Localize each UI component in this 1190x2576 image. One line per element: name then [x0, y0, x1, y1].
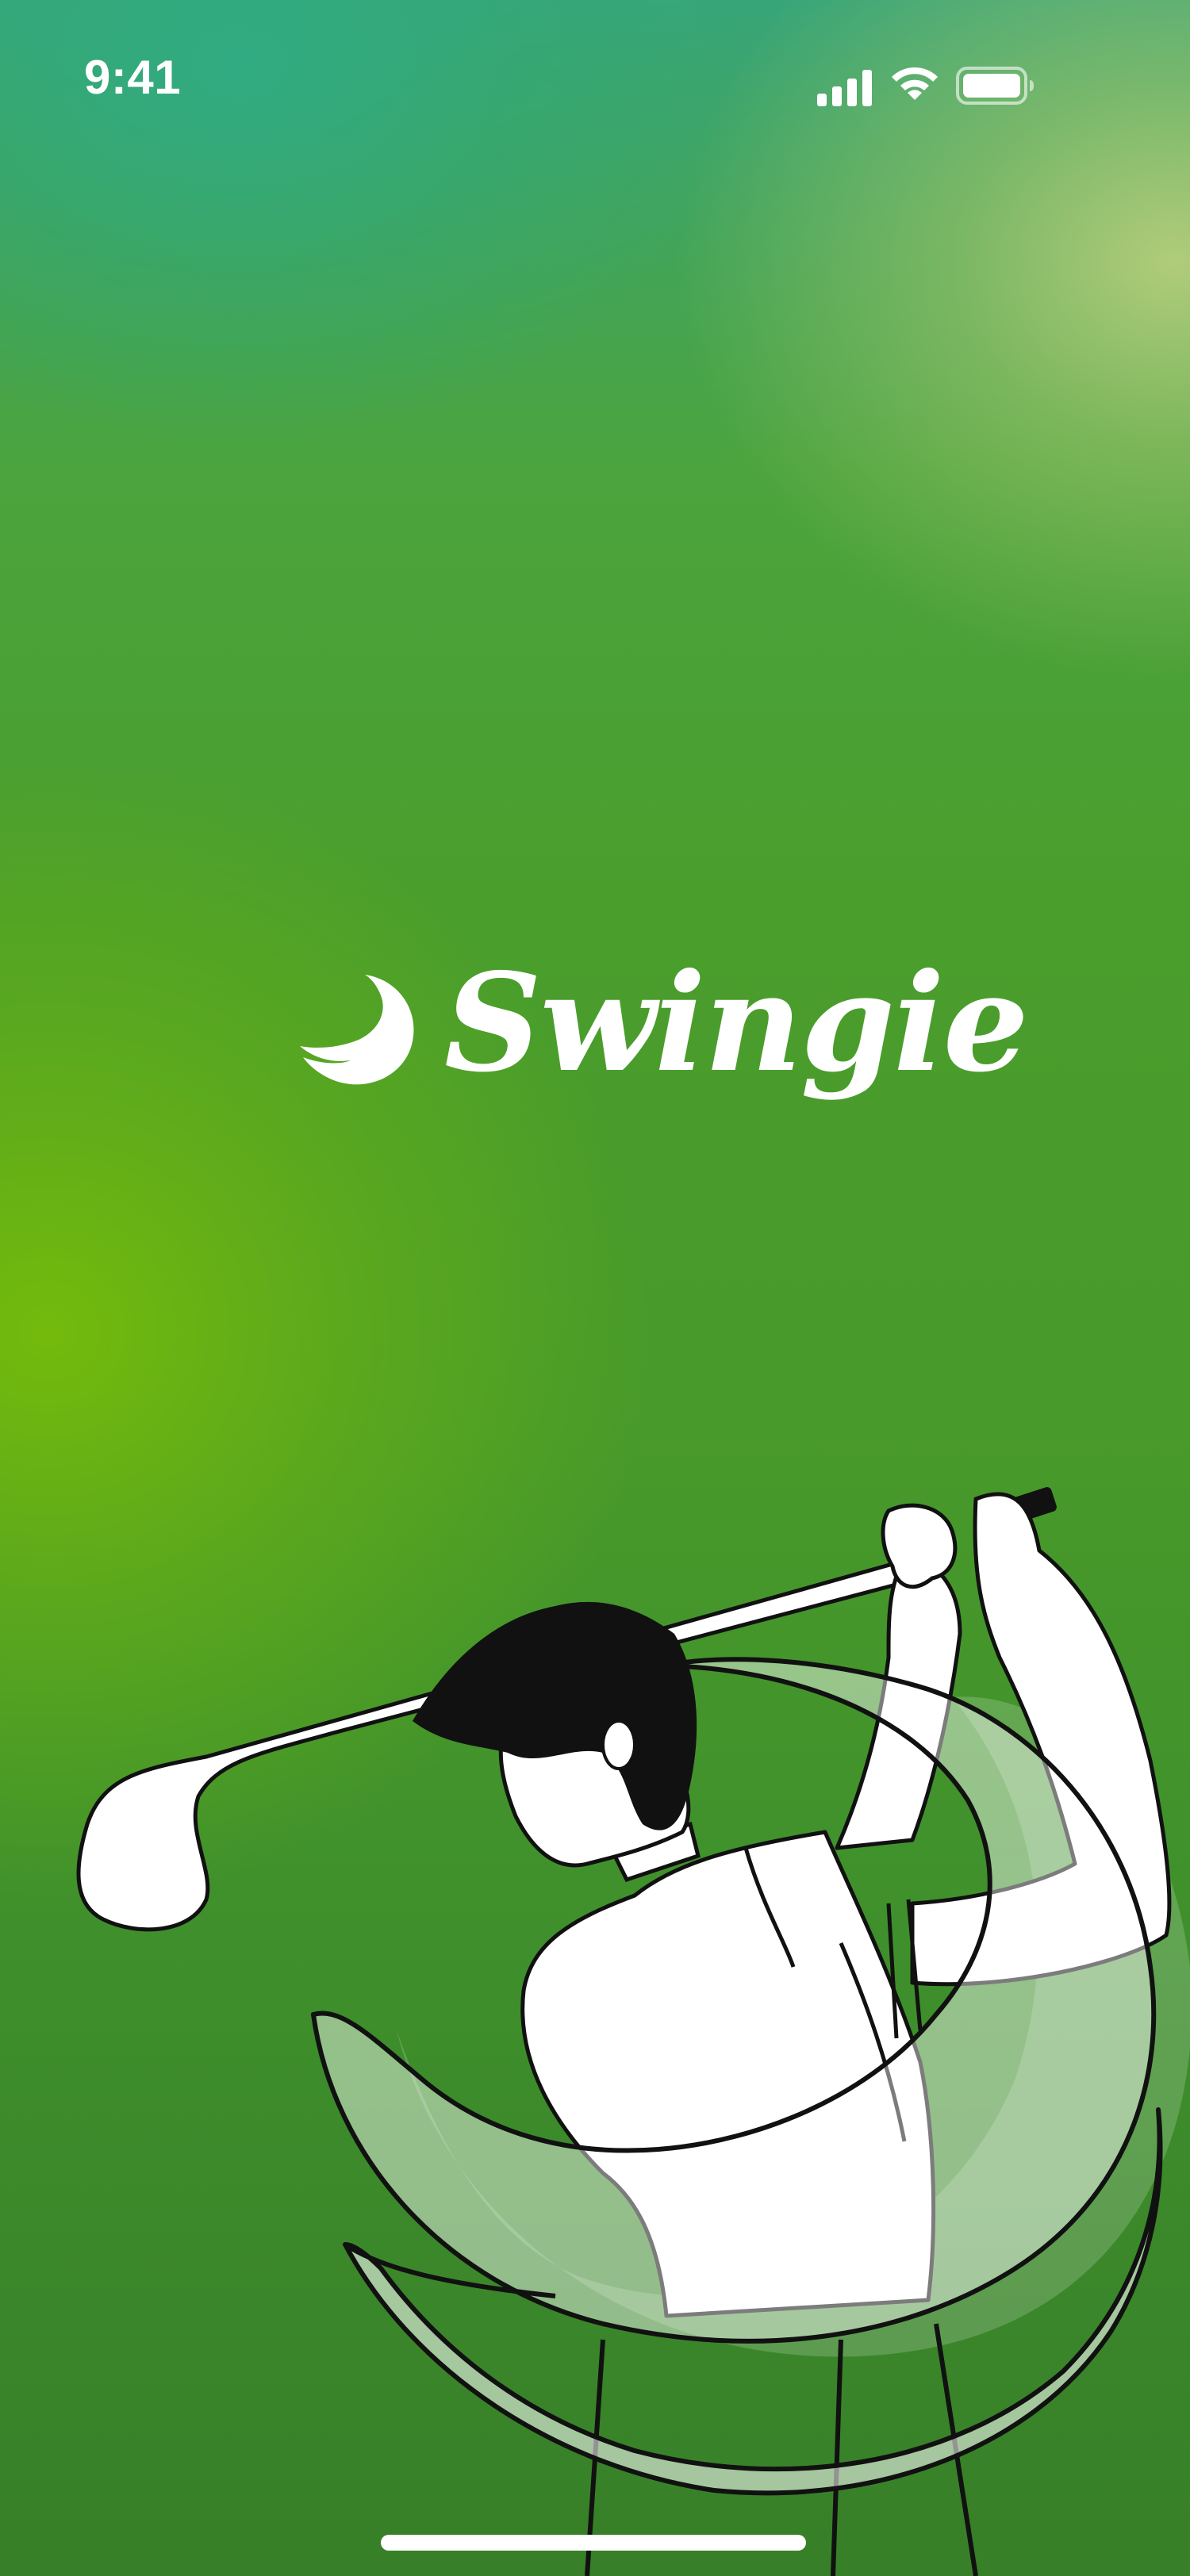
status-icons: [793, 62, 1111, 109]
home-indicator[interactable]: [381, 2535, 806, 2551]
app-logo: Swingie: [294, 949, 1029, 1138]
wifi-icon: [892, 67, 938, 100]
cellular-signal-icon: [817, 70, 872, 106]
brand-name: Swingie: [444, 944, 1029, 1102]
crescent-swoosh-icon: [300, 975, 414, 1085]
status-time: 9:41: [84, 51, 182, 104]
battery-icon: [956, 67, 1034, 105]
golfer-swing-illustration: [76, 1487, 1190, 2576]
splash-screen: 9:41 Swingie: [0, 0, 1190, 2576]
status-bar: 9:41: [0, 0, 1190, 159]
